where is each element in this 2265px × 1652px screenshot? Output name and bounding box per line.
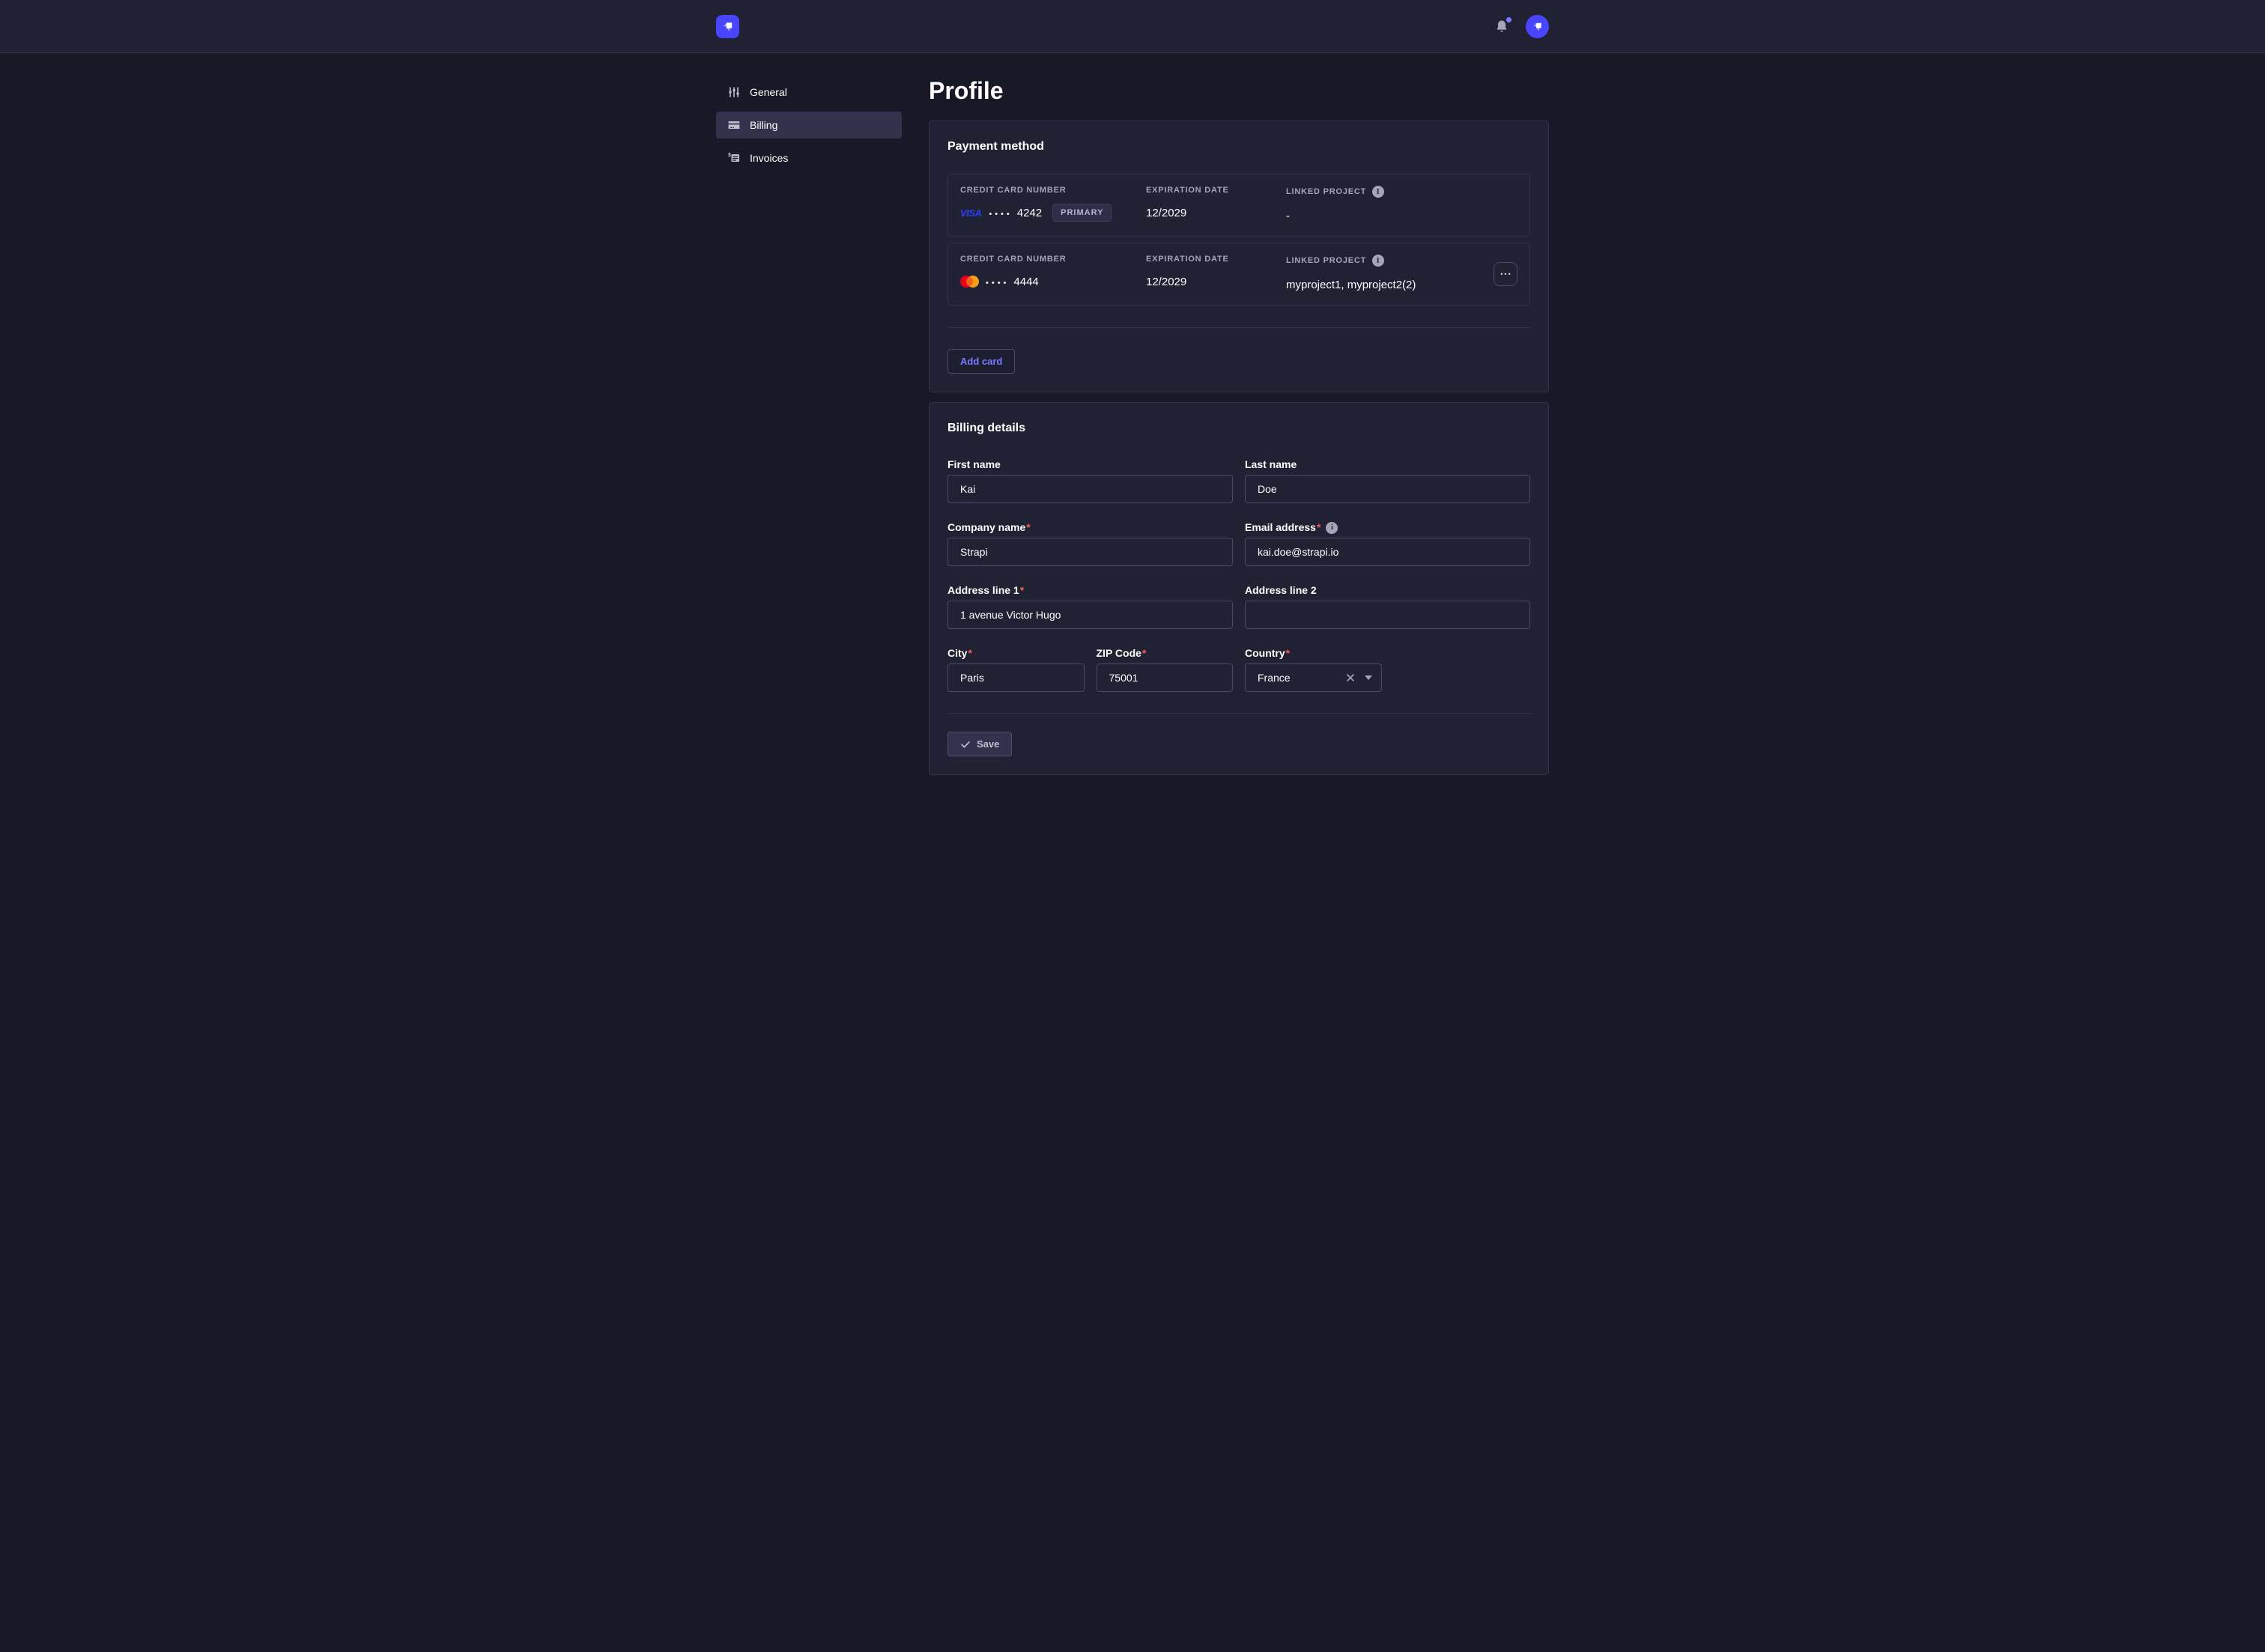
- last-name-input[interactable]: [1245, 475, 1530, 503]
- required-asterisk: *: [1142, 647, 1146, 660]
- strapi-logo-icon: [720, 19, 736, 34]
- linked-project-value: -: [1286, 207, 1488, 225]
- zip-code-input[interactable]: [1097, 663, 1234, 692]
- credit-card-row-mastercard: CREDIT CARD NUMBER •••• 4444 EXPIRATION …: [947, 243, 1530, 306]
- country-select[interactable]: France: [1245, 663, 1382, 692]
- chevron-down-icon[interactable]: [1365, 675, 1372, 680]
- sidebar-item-label: Invoices: [750, 152, 788, 164]
- page-title: Profile: [929, 79, 1549, 103]
- company-name-input[interactable]: [947, 538, 1233, 566]
- required-asterisk: *: [968, 647, 971, 660]
- sliders-icon: [728, 86, 740, 98]
- credit-card-icon: [728, 119, 740, 131]
- billing-form: First name Last name Company name *: [947, 458, 1530, 692]
- column-linked-project: LINKED PROJECT i: [1286, 186, 1488, 198]
- avatar-strapi-icon: [1530, 19, 1544, 34]
- linked-project-value: myproject1, myproject2(2): [1286, 276, 1488, 294]
- form-grid-spacer: [1394, 647, 1531, 692]
- sidebar-item-billing[interactable]: Billing: [716, 112, 902, 139]
- credit-card-row-visa: CREDIT CARD NUMBER VISA •••• 4242 PRIMAR…: [947, 174, 1530, 237]
- save-button-label: Save: [977, 738, 999, 750]
- primary-badge: PRIMARY: [1052, 204, 1112, 222]
- first-name-label: First name: [947, 458, 1001, 471]
- add-card-button[interactable]: Add card: [947, 349, 1015, 374]
- column-credit-card-number: CREDIT CARD NUMBER: [960, 255, 1146, 264]
- country-label: Country: [1245, 647, 1285, 660]
- required-asterisk: *: [1317, 521, 1321, 534]
- visa-logo: VISA: [960, 207, 981, 219]
- info-icon[interactable]: i: [1372, 255, 1384, 267]
- company-name-field-group: Company name *: [947, 521, 1233, 566]
- payment-method-card: Payment method CREDIT CARD NUMBER VISA •…: [929, 121, 1549, 392]
- svg-text:$: $: [728, 153, 731, 158]
- country-field-group: Country * France: [1245, 647, 1382, 692]
- masked-digits: ••••: [989, 207, 1012, 219]
- address-line-2-label: Address line 2: [1245, 584, 1317, 597]
- invoice-icon: $: [728, 152, 740, 164]
- strapi-logo[interactable]: [716, 15, 739, 38]
- address-line-1-field-group: Address line 1 *: [947, 584, 1233, 629]
- sidebar-item-label: Billing: [750, 119, 777, 131]
- column-credit-card-number: CREDIT CARD NUMBER: [960, 186, 1146, 195]
- zip-code-label: ZIP Code: [1097, 647, 1141, 660]
- mastercard-logo: [960, 276, 979, 288]
- required-asterisk: *: [1286, 647, 1290, 660]
- profile-main: Profile Payment method CREDIT CARD NUMBE…: [929, 74, 1549, 805]
- company-name-label: Company name: [947, 521, 1025, 534]
- ellipsis-icon: •••: [1500, 270, 1511, 278]
- required-asterisk: *: [1020, 584, 1024, 597]
- city-input[interactable]: [947, 663, 1085, 692]
- top-bar: [0, 0, 2265, 53]
- payment-method-title: Payment method: [947, 139, 1530, 154]
- email-field-group: Email address * i: [1245, 521, 1530, 566]
- checkmark-icon: [960, 739, 971, 750]
- user-avatar[interactable]: [1526, 15, 1549, 38]
- first-name-input[interactable]: [947, 475, 1233, 503]
- city-field-group: City *: [947, 647, 1085, 692]
- info-icon[interactable]: i: [1326, 522, 1338, 534]
- settings-sidebar: General Billing $ Invoices: [716, 74, 902, 805]
- expiration-value: 12/2029: [1146, 204, 1286, 222]
- sidebar-item-general[interactable]: General: [716, 79, 902, 106]
- address-line-2-input[interactable]: [1245, 601, 1530, 629]
- save-button[interactable]: Save: [947, 732, 1012, 756]
- divider: [947, 327, 1530, 328]
- column-expiration-date: EXPIRATION DATE: [1146, 255, 1286, 264]
- last-name-label: Last name: [1245, 458, 1297, 471]
- card-last4: 4444: [1013, 276, 1038, 288]
- email-input[interactable]: [1245, 538, 1530, 566]
- address-line-1-input[interactable]: [947, 601, 1233, 629]
- info-icon[interactable]: i: [1372, 186, 1384, 198]
- clear-selection-icon[interactable]: [1344, 671, 1357, 684]
- notifications-bell-button[interactable]: [1494, 19, 1509, 34]
- first-name-field-group: First name: [947, 458, 1233, 503]
- zip-code-field-group: ZIP Code *: [1097, 647, 1234, 692]
- masked-digits: ••••: [986, 276, 1009, 288]
- column-linked-project: LINKED PROJECT i: [1286, 255, 1488, 267]
- last-name-field-group: Last name: [1245, 458, 1530, 503]
- country-select-value: France: [1258, 672, 1344, 684]
- column-expiration-date: EXPIRATION DATE: [1146, 186, 1286, 195]
- address-line-2-field-group: Address line 2: [1245, 584, 1530, 629]
- notification-badge-dot: [1506, 17, 1511, 22]
- billing-details-title: Billing details: [947, 421, 1530, 436]
- divider: [947, 713, 1530, 714]
- required-asterisk: *: [1026, 521, 1030, 534]
- billing-details-card: Billing details First name Last name: [929, 402, 1549, 775]
- expiration-value: 12/2029: [1146, 273, 1286, 291]
- address-line-1-label: Address line 1: [947, 584, 1019, 597]
- email-label: Email address: [1245, 521, 1316, 534]
- city-label: City: [947, 647, 967, 660]
- sidebar-item-label: General: [750, 86, 787, 98]
- sidebar-item-invoices[interactable]: $ Invoices: [716, 145, 902, 171]
- card-last4: 4242: [1017, 207, 1042, 219]
- card-actions-menu-button[interactable]: •••: [1494, 262, 1517, 286]
